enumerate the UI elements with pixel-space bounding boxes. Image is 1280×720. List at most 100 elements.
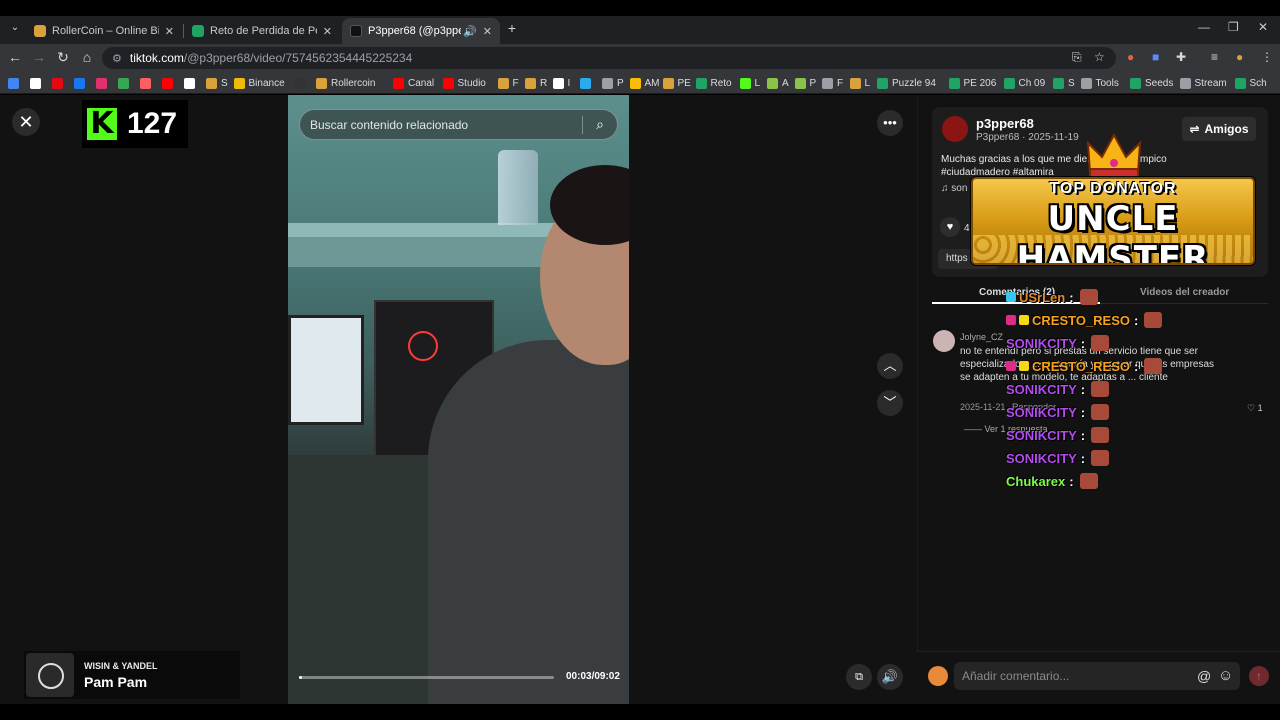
bookmark-item[interactable]: F xyxy=(822,76,843,90)
bookmark-favicon-icon xyxy=(206,77,217,89)
bookmark-item[interactable]: Canal xyxy=(393,76,434,90)
bookmark-item[interactable] xyxy=(162,76,177,90)
restore-icon[interactable]: ❐ xyxy=(1228,20,1239,34)
media-control-icon[interactable]: ≡ xyxy=(1211,50,1218,64)
extension-fox-icon[interactable]: ● xyxy=(1127,50,1134,64)
video-progress-bar[interactable] xyxy=(299,676,554,679)
bookmark-favicon-icon xyxy=(525,77,536,89)
tab-reto-perdida-peso[interactable]: Reto de Perdida de Peso - El M ✕ xyxy=(184,18,340,44)
bookmark-label: Seeds xyxy=(1145,77,1174,89)
volume-button[interactable]: 🔊 xyxy=(877,664,903,690)
bookmark-favicon-icon xyxy=(52,77,63,89)
bookmark-item[interactable]: L xyxy=(739,76,761,90)
extension-shield-icon[interactable]: ■ xyxy=(1152,50,1159,64)
bookmark-label: L xyxy=(864,77,871,89)
bookmark-label: Binance xyxy=(248,77,285,89)
search-icon[interactable]: ⌕ xyxy=(583,116,617,133)
bookmark-label: Canal xyxy=(408,77,435,89)
bookmark-item[interactable] xyxy=(96,76,111,90)
bookmark-item[interactable]: I xyxy=(552,76,570,90)
close-tab-icon[interactable]: ✕ xyxy=(165,25,174,38)
bookmark-favicon-icon xyxy=(140,77,151,89)
bookmark-label: Puzzle 94 xyxy=(892,77,936,89)
bookmark-item[interactable]: Studio xyxy=(442,76,486,90)
bookmark-label: Studio xyxy=(457,77,486,89)
bookmark-label: P xyxy=(809,77,817,89)
extensions-puzzle-icon[interactable]: ✚ xyxy=(1176,50,1186,64)
bookmark-item[interactable]: F xyxy=(497,76,519,90)
bookmark-item[interactable] xyxy=(184,76,199,90)
bookmark-item[interactable]: S xyxy=(1053,76,1075,90)
previous-video-button[interactable]: ︿ xyxy=(877,353,903,379)
more-options-button[interactable]: ••• xyxy=(877,110,903,136)
forward-arrow-icon[interactable]: → xyxy=(30,49,48,65)
bookmark-item[interactable]: P xyxy=(794,76,817,90)
bookmark-item[interactable]: R xyxy=(525,76,547,90)
bookmark-item[interactable]: L xyxy=(849,76,871,90)
window-close-icon[interactable]: ✕ xyxy=(1258,20,1268,34)
bookmark-item[interactable]: Ch 09 xyxy=(1003,76,1046,90)
bookmark-item[interactable] xyxy=(74,76,89,90)
bottom-letterbox xyxy=(0,704,1280,720)
bookmark-label: Rollercoin xyxy=(331,77,376,89)
bookmark-item[interactable]: A xyxy=(767,76,789,90)
next-video-button[interactable]: ﹀ xyxy=(877,390,903,416)
new-tab-button[interactable]: + xyxy=(503,20,521,36)
bookmark-favicon-icon xyxy=(1053,77,1064,89)
close-tab-icon[interactable]: ✕ xyxy=(483,25,492,38)
bookmark-item[interactable]: Rollercoin xyxy=(316,76,375,90)
close-video-button[interactable]: ✕ xyxy=(12,108,40,136)
minimize-icon[interactable]: — xyxy=(1198,20,1210,34)
bookmark-item[interactable]: Reto xyxy=(695,76,732,90)
reload-icon[interactable]: ↻ xyxy=(54,49,72,66)
bookmark-item[interactable]: PE 206 xyxy=(948,76,996,90)
bookmark-item[interactable]: PE xyxy=(662,76,691,90)
bookmarks-bar: S Binance Rollercoin Canal Studio F R I P AM PE Ret… xyxy=(0,72,1280,94)
bookmark-item[interactable]: Binance xyxy=(233,76,285,90)
bookmark-item[interactable] xyxy=(8,76,23,90)
bookmark-item[interactable] xyxy=(30,76,45,90)
tab-search-chevron-icon[interactable]: ⌄ xyxy=(6,22,24,33)
bookmark-favicon-icon xyxy=(629,77,641,89)
bookmark-star-icon[interactable]: ☆ xyxy=(1094,50,1105,64)
bookmark-item[interactable] xyxy=(140,76,155,90)
bookmark-label: PE xyxy=(677,77,691,89)
back-arrow-icon[interactable]: ← xyxy=(6,49,24,65)
bookmark-item[interactable] xyxy=(294,76,309,90)
related-search-input[interactable] xyxy=(300,110,582,139)
audio-playing-icon[interactable]: 🔊 xyxy=(463,25,477,38)
bookmark-favicon-icon xyxy=(118,77,129,89)
close-tab-icon[interactable]: ✕ xyxy=(323,25,332,38)
bookmark-item[interactable] xyxy=(118,76,133,90)
video-player[interactable] xyxy=(288,95,629,704)
bookmark-item[interactable]: Sch xyxy=(1234,76,1267,90)
kick-viewer-badge: K 127 xyxy=(82,100,188,148)
browser-menu-icon[interactable]: ⋮ xyxy=(1261,50,1273,64)
bookmark-favicon-icon xyxy=(1234,77,1246,89)
video-bottles xyxy=(498,150,538,225)
bookmark-label: Ch 09 xyxy=(1018,77,1046,89)
site-info-icon[interactable]: ⚙ xyxy=(112,52,122,65)
bookmark-item[interactable] xyxy=(580,76,595,90)
bookmark-item[interactable]: Tools xyxy=(1080,76,1119,90)
bookmark-item[interactable] xyxy=(52,76,67,90)
bookmark-item[interactable]: AM xyxy=(629,76,660,90)
bookmark-favicon-icon xyxy=(580,77,591,89)
tab-tiktok[interactable]: P3pper68 (@p3pper68) | Tik 🔊 ✕ xyxy=(342,18,500,44)
tab-rollercoin[interactable]: RollerCoin – Online Bitcoin Mi ✕ xyxy=(26,18,182,44)
tab-title: P3pper68 (@p3pper68) | Tik xyxy=(368,25,461,37)
bookmark-item[interactable]: Puzzle 94 xyxy=(877,76,936,90)
video-time: 00:03/09:02 xyxy=(566,671,620,682)
bookmark-item[interactable]: P xyxy=(602,76,624,90)
install-app-icon[interactable]: ⎘ xyxy=(1072,50,1082,65)
floating-player-button[interactable]: ⧉ xyxy=(846,664,872,690)
bookmark-item[interactable]: Seeds xyxy=(1130,76,1173,90)
profile-avatar-icon[interactable]: ● xyxy=(1236,50,1243,64)
bookmark-favicon-icon xyxy=(739,77,751,89)
home-icon[interactable]: ⌂ xyxy=(78,49,96,65)
bookmark-item[interactable]: S xyxy=(206,76,228,90)
bookmark-item[interactable]: Stream xyxy=(1179,76,1227,90)
add-comment-input[interactable] xyxy=(954,662,1240,690)
address-bar[interactable]: ⚙ tiktok.com /@p3pper68/video/7574562354… xyxy=(102,47,1116,69)
bookmark-label: L xyxy=(754,77,761,89)
